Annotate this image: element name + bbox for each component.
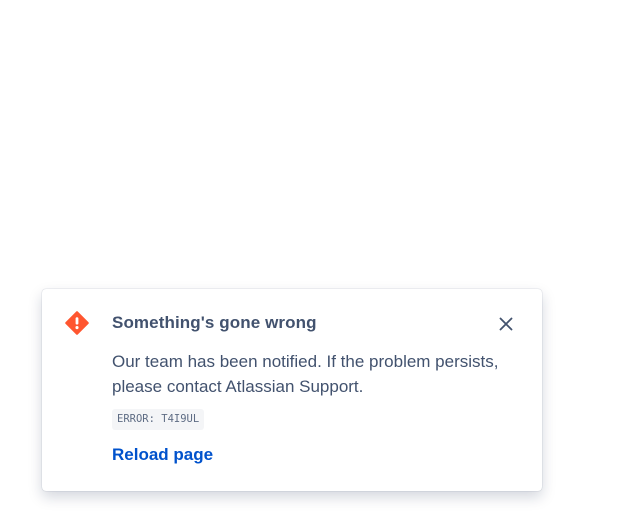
error-code-badge: ERROR: T4I9UL (112, 409, 205, 430)
close-icon (499, 317, 513, 331)
reload-page-link[interactable]: Reload page (112, 445, 213, 465)
close-button[interactable] (494, 312, 518, 336)
error-flag: Something's gone wrong Our team has been… (42, 289, 542, 491)
page: Something's gone wrong Our team has been… (0, 0, 637, 526)
flag-title: Something's gone wrong (112, 313, 317, 332)
flag-description: Our team has been notified. If the probl… (112, 352, 499, 396)
error-icon (65, 311, 89, 335)
